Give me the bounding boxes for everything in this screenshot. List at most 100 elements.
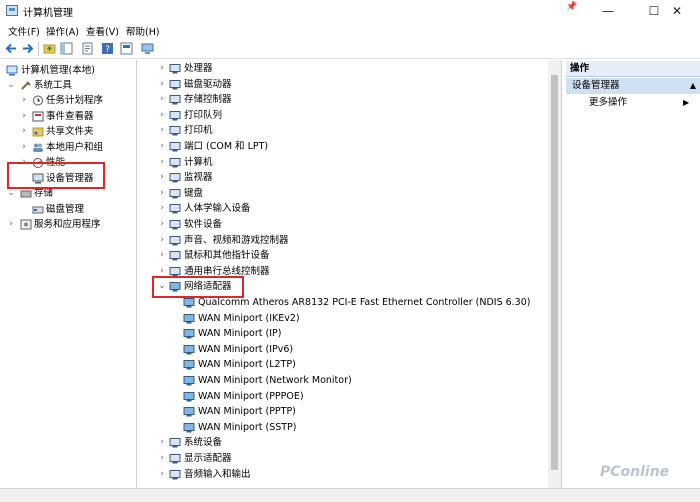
device-label: WAN Miniport (SSTP) [198, 421, 297, 433]
device-category-icon [169, 469, 181, 480]
device-label: WAN Miniport (PPTP) [198, 406, 296, 418]
device-category-icon [169, 251, 181, 261]
expand-arrow-icon[interactable]: › [158, 170, 166, 185]
toolbar-separator [38, 42, 39, 56]
menu-view[interactable]: 查看(V) [86, 24, 119, 38]
scan-hardware-icon[interactable] [141, 42, 154, 55]
device-label: 端口 (COM 和 LPT) [184, 141, 269, 152]
actions-section-label: 设备管理器 [572, 80, 620, 91]
expand-arrow-icon[interactable]: › [158, 217, 166, 232]
expand-arrow-icon[interactable]: › [158, 92, 166, 107]
device-category-icon [169, 157, 181, 168]
actions-header: 操作 [566, 61, 700, 77]
users-icon [33, 143, 43, 152]
device-category-icon [169, 110, 181, 121]
expand-arrow-icon[interactable]: › [158, 467, 166, 482]
expand-arrow-icon[interactable]: › [158, 61, 166, 76]
menu-help[interactable]: 帮助(H) [126, 24, 160, 38]
device-manager-highlight [7, 162, 105, 189]
services-icon [20, 219, 32, 230]
collapse-arrow-icon[interactable]: ⌄ [7, 78, 15, 93]
more-actions-link[interactable]: 更多操作 ▶ [589, 96, 689, 110]
scrollbar-thumb[interactable] [551, 75, 558, 470]
network-adapter-icon [183, 313, 195, 324]
device-category-icon [169, 204, 181, 214]
toolbar: ? [0, 39, 700, 59]
minimize-button[interactable]: — [585, 0, 631, 22]
device-category-icon [169, 79, 181, 90]
expand-arrow-icon[interactable]: › [158, 108, 166, 123]
expand-arrow-icon[interactable]: › [158, 123, 166, 138]
device-label: 显示适配器 [184, 453, 232, 464]
device-label: 计算机 [184, 156, 213, 168]
title-bar: 计算机管理 📌 — ☐ ✕ [0, 0, 700, 22]
expand-arrow-icon[interactable]: › [158, 77, 166, 92]
close-button[interactable]: ✕ [654, 0, 700, 22]
triangle-up-icon[interactable]: ▲ [690, 78, 696, 94]
shared-folder-icon [32, 127, 44, 137]
network-adapter-icon [183, 391, 195, 402]
pin-icon[interactable]: 📌 [566, 2, 577, 12]
expand-arrow-icon[interactable]: › [158, 139, 166, 154]
expand-arrow-icon[interactable]: › [7, 217, 15, 232]
device-category-icon [169, 95, 181, 105]
event-viewer-icon [32, 111, 44, 122]
device-label: WAN Miniport (IP) [198, 328, 282, 340]
network-adapter-icon [183, 298, 195, 308]
device-category-icon [169, 142, 181, 152]
expand-arrow-icon[interactable]: › [158, 451, 166, 466]
device-label: 人体学输入设备 [184, 203, 251, 215]
device-label: WAN Miniport (IPv6) [198, 343, 294, 355]
expand-arrow-icon[interactable]: › [20, 124, 28, 139]
device-category-icon [169, 220, 181, 230]
device-label: Qualcomm Atheros AR8132 PCI-E Fast Ether… [198, 297, 531, 308]
actions-pane [564, 60, 700, 488]
device-category-icon [169, 173, 181, 183]
expand-arrow-icon[interactable]: › [158, 248, 166, 263]
network-adapter-icon [183, 422, 195, 433]
help-icon[interactable]: ? [101, 42, 114, 55]
expand-arrow-icon[interactable]: › [20, 140, 28, 155]
watermark: PConline [600, 464, 670, 480]
expand-arrow-icon[interactable]: › [20, 109, 28, 124]
network-adapter-icon [183, 376, 195, 386]
triangle-right-icon: ▶ [683, 98, 690, 107]
properties-icon[interactable] [81, 42, 94, 55]
expand-arrow-icon[interactable]: › [158, 155, 166, 170]
expand-arrow-icon[interactable]: › [158, 435, 166, 450]
window-title: 计算机管理 [23, 8, 73, 19]
device-label: 声音、视频和游戏控制器 [184, 234, 289, 246]
up-folder-icon[interactable] [43, 42, 56, 55]
expand-arrow-icon[interactable]: › [158, 201, 166, 216]
device-label: 软件设备 [184, 219, 223, 230]
show-hide-tree-icon[interactable] [60, 42, 73, 55]
network-adapter-icon [183, 407, 195, 417]
svg-text:?: ? [105, 45, 110, 55]
back-icon[interactable] [5, 42, 18, 55]
device-category-icon [169, 438, 181, 448]
menu-file[interactable]: 文件(F) [8, 24, 40, 38]
expand-arrow-icon[interactable]: › [158, 233, 166, 248]
expand-arrow-icon[interactable]: › [158, 186, 166, 201]
device-category-icon [169, 188, 181, 199]
status-bar [0, 488, 700, 502]
console-view-icon[interactable] [120, 42, 133, 55]
device-label: 打印机 [184, 125, 213, 137]
device-label: 处理器 [184, 63, 213, 74]
device-label: 系统设备 [184, 437, 223, 449]
device-label: 鼠标和其他指针设备 [184, 250, 270, 262]
device-label: 磁盘驱动器 [184, 78, 232, 90]
device-category-icon [169, 64, 181, 74]
network-adapter-icon [183, 360, 195, 370]
device-category-icon [169, 126, 181, 136]
computer-management-icon [6, 65, 18, 76]
device-label: 监视器 [184, 172, 213, 184]
forward-icon[interactable] [21, 42, 34, 55]
device-label: WAN Miniport (PPPOE) [198, 390, 304, 402]
disk-icon [32, 206, 44, 214]
menu-action[interactable]: 操作(A) [46, 24, 79, 38]
device-label: WAN Miniport (Network Monitor) [198, 375, 352, 386]
actions-section-device-manager[interactable]: 设备管理器 ▲ [566, 78, 700, 94]
network-adapter-icon [183, 329, 195, 339]
expand-arrow-icon[interactable]: › [20, 93, 28, 108]
